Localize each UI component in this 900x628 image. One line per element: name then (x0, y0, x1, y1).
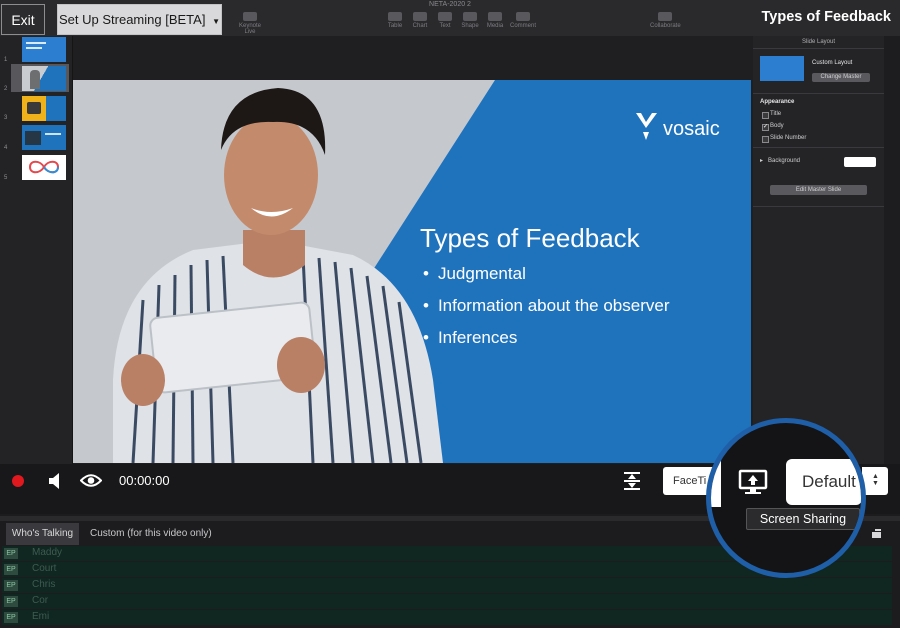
toolbar-comment[interactable]: Comment (508, 12, 538, 29)
slide-thumbnail-1[interactable] (22, 37, 66, 62)
ep-badge: EP (4, 564, 18, 575)
body-checkbox-checked[interactable]: ✓ (762, 124, 769, 131)
slide-text-box: Types of Feedback • Judgmental • Informati… (420, 223, 669, 347)
slide-bullet: • Judgmental (423, 264, 526, 283)
thumb-number: 5 (4, 175, 8, 181)
format-inspector: Slide Layout Custom Layout Change Master… (753, 36, 884, 464)
dropdown-caret-icon: ▼ (212, 17, 220, 26)
toolbar-label: Text (439, 23, 451, 29)
talker-row[interactable]: EP Chris (2, 578, 892, 593)
setup-streaming-label: Set Up Streaming [BETA] (59, 12, 206, 27)
chart-icon (413, 12, 427, 21)
slide-number-option-label: Slide Number (770, 135, 807, 141)
change-master-button[interactable]: Change Master (812, 73, 870, 82)
toolbar-label: Keynote Live (238, 23, 262, 35)
logo-text: vosaic (663, 118, 720, 140)
text-icon (438, 12, 452, 21)
toolbar-keynote-live[interactable]: Keynote Live (235, 12, 265, 35)
toolbar-collaborate[interactable]: Collaborate (650, 12, 681, 29)
screen-sharing-tooltip: Screen Sharing (746, 508, 860, 530)
select-arrows-icon: ▲ ▼ (872, 473, 879, 487)
slide-number-checkbox[interactable] (762, 136, 769, 143)
setup-streaming-button[interactable]: Set Up Streaming [BETA] ▼ (57, 4, 222, 35)
table-icon (388, 12, 402, 21)
toolbar-label: Collaborate (650, 23, 681, 29)
ep-badge: EP (4, 596, 18, 607)
talker-name: Cor (32, 595, 49, 606)
layout-split-icon[interactable] (622, 470, 642, 492)
talker-name: Emi (32, 611, 50, 622)
background-color-well[interactable] (844, 157, 876, 167)
toolbar-label: Comment (509, 23, 536, 29)
slide-bullet: • Information about the observer (423, 296, 670, 315)
shape-icon (463, 12, 477, 21)
thumb-number: 3 (4, 115, 8, 121)
layout-name: Custom Layout (812, 60, 853, 66)
magnified-camera-select-edge (711, 455, 721, 507)
eye-icon[interactable] (80, 473, 102, 488)
ep-badge: EP (4, 548, 18, 559)
exit-button[interactable]: Exit (1, 4, 45, 35)
current-slide[interactable]: vosaic Types of Feedback • Judgmental • In… (73, 80, 751, 463)
slide-thumbnail-4[interactable] (22, 125, 66, 150)
stream-timer: 00:00:00 (119, 473, 170, 488)
keynote-live-icon (243, 12, 257, 21)
right-scrollbar[interactable] (884, 36, 900, 464)
speaker-icon[interactable] (48, 473, 62, 489)
slide-photo-illustration: vosaic (73, 80, 751, 463)
slide-thumbnail-2[interactable] (22, 66, 66, 91)
tab-custom[interactable]: Custom (for this video only) (90, 523, 212, 545)
toolbar-label: Shape (461, 23, 479, 29)
ep-badge: EP (4, 612, 18, 623)
talker-name: Maddy (32, 547, 63, 558)
toolbar-media[interactable]: Media (480, 12, 510, 29)
magnifier-callout: Default – Screen Sharing (706, 418, 866, 578)
thumb-number: 2 (4, 86, 8, 92)
toolbar-label: Chart (412, 23, 428, 29)
slide-bullet: • Inferences (423, 328, 518, 347)
background-disclosure-icon[interactable]: ▸ (760, 157, 763, 164)
talker-row[interactable]: EP Cor (2, 594, 892, 609)
title-checkbox[interactable] (762, 112, 769, 119)
stack-icon[interactable] (872, 529, 882, 538)
appearance-label: Appearance (760, 99, 795, 105)
media-icon (488, 12, 502, 21)
thumb-number: 1 (4, 57, 8, 63)
talker-name: Chris (32, 579, 56, 590)
body-option-label: Body (770, 123, 784, 129)
talker-name: Court (32, 563, 57, 574)
slide-thumbnail-5[interactable] (22, 155, 66, 180)
infinity-logo-icon (28, 160, 60, 174)
record-button[interactable] (12, 475, 24, 487)
talker-row[interactable]: EP Emi (2, 610, 892, 625)
overlay-title: Types of Feedback (761, 9, 891, 25)
default-select-edge[interactable]: ▲ ▼ (862, 467, 888, 495)
edit-master-slide-button[interactable]: Edit Master Slide (770, 185, 867, 195)
collaborate-icon (658, 12, 672, 21)
background-label: Background (768, 158, 801, 164)
tab-whos-talking[interactable]: Who's Talking (6, 523, 79, 545)
slide-thumbnail-3[interactable] (22, 96, 66, 121)
comment-icon (516, 12, 530, 21)
thumb-number: 4 (4, 145, 8, 151)
slide-title: Types of Feedback (420, 223, 640, 253)
toolbar-label: Table (387, 23, 403, 29)
default-select[interactable]: Default – (786, 459, 861, 505)
title-option-label: Title (770, 111, 782, 117)
layout-thumbnail[interactable] (760, 56, 804, 81)
ep-badge: EP (4, 580, 18, 591)
toolbar-label: Media (486, 23, 504, 29)
screen-sharing-icon[interactable] (738, 469, 770, 497)
inspector-header: Slide Layout (801, 39, 836, 45)
